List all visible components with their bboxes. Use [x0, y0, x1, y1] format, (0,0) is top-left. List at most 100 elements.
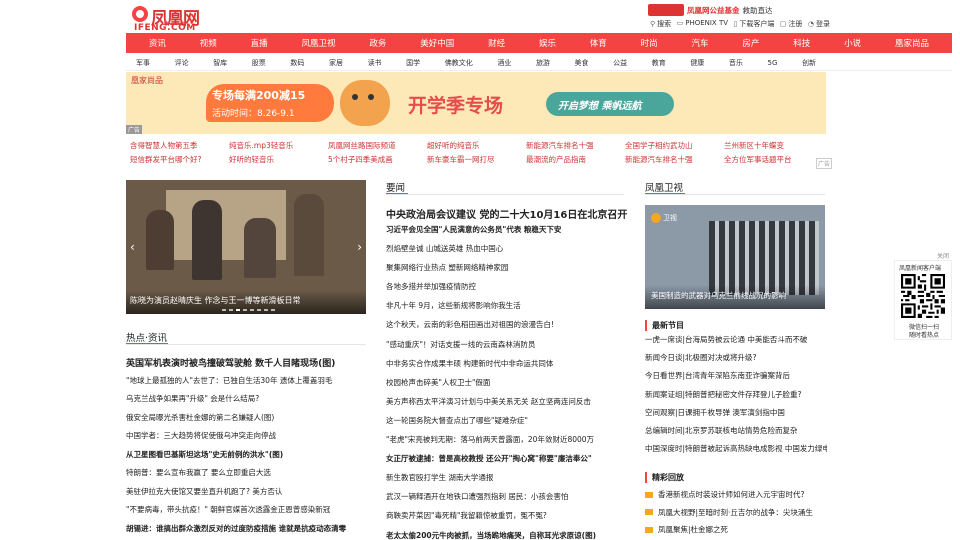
download-app-link[interactable]: ▯ 下载客户端	[733, 19, 774, 31]
slider-dot[interactable]	[264, 309, 268, 311]
list-item[interactable]: 凤凰大视野|至暗时刻·丘吉尔的战争：尖块涌生	[645, 504, 827, 522]
ad-link[interactable]: 兰州新区十年蝶变	[724, 140, 823, 151]
slider-caption[interactable]: 陈晓为演员赵晴庆生 作念与王一博等新滑板日常	[130, 295, 301, 306]
phoenix-tv-link[interactable]: ▭ PHOENIX TV	[677, 19, 728, 31]
subnav-item[interactable]: 股票	[252, 58, 266, 68]
slider-dot[interactable]	[257, 309, 261, 311]
list-item[interactable]: 女正厅被逮捕：曾是高校教授 还公开"掏心窝"称要"廉洁奉公"	[386, 453, 626, 472]
search-link[interactable]: ⚲ 搜索	[650, 19, 671, 31]
list-item[interactable]: 聚集网络行业热点 塑新网络精神家园	[386, 262, 626, 281]
ad-link[interactable]: 最潮流的产品指南	[526, 154, 625, 165]
top-ad-cta[interactable]: 救助直达	[743, 5, 773, 16]
list-item[interactable]: 空间观察|日课拥千枚导弹 澳军演剑指中国	[645, 407, 827, 425]
list-item[interactable]: 新闻今日谈|北极圈对决或将升级?	[645, 352, 827, 370]
list-item[interactable]: 美驻伊拉克大使馆又要坐直升机跑了? 美方否认	[126, 486, 376, 505]
nav-item[interactable]: 科技	[793, 37, 810, 49]
subnav-item[interactable]: 音乐	[729, 58, 743, 68]
subnav-item[interactable]: 旅游	[536, 58, 550, 68]
subnav-item[interactable]: 智库	[213, 58, 227, 68]
top-ad[interactable]: 凤凰网公益基金 救助直达	[648, 3, 824, 17]
list-item[interactable]: 中国学者：三大趋势将促使俄乌冲突走向停战	[126, 430, 376, 449]
ad-link[interactable]: 纯音乐.mp3轻音乐	[229, 140, 328, 151]
nav-item[interactable]: 美好中国	[420, 37, 454, 49]
subnav-item[interactable]: 教育	[652, 58, 666, 68]
subnav-item[interactable]: 家居	[329, 58, 343, 68]
list-item[interactable]: 英国军机表演时被鸟撞破驾驶舱 数千人目睹现场(图)	[126, 356, 376, 375]
subnav-item[interactable]: 美食	[575, 58, 589, 68]
subnav-item[interactable]: 公益	[613, 58, 627, 68]
nav-item[interactable]: 财经	[488, 37, 505, 49]
ad-link[interactable]: 超好听的纯音乐	[427, 140, 526, 151]
list-item[interactable]: 这个秋天，云南的彩色稻田画出对祖国的浪漫告白!	[386, 319, 626, 338]
promo-banner[interactable]: 凰家尚品 专场每满200减15 活动时间：8.26-9.1 开学季专场 开启梦想…	[126, 72, 826, 134]
subnav-item[interactable]: 评论	[175, 58, 189, 68]
nav-item[interactable]: 小说	[844, 37, 861, 49]
list-item[interactable]: 乌克兰战争如果再"升级" 会是什么结局?	[126, 393, 376, 412]
nav-item[interactable]: 时尚	[641, 37, 658, 49]
list-item[interactable]: "老虎"宋亮被判无期：落马前两天曾露面，20年敛财近8000万	[386, 434, 626, 453]
subnav-item[interactable]: 健康	[690, 58, 704, 68]
nav-item[interactable]: 房产	[742, 37, 759, 49]
list-item[interactable]: 新闻案证组|特朗普把秘密文件存拜登儿子脸重?	[645, 389, 827, 407]
nav-item[interactable]: 凰家尚品	[895, 37, 929, 49]
register-link[interactable]: ▢ 注册	[780, 19, 803, 31]
ad-link[interactable]: 新能源汽车排名十强	[526, 140, 625, 151]
subnav-item[interactable]: 国学	[406, 58, 420, 68]
list-item[interactable]: 老太太偷200元牛肉被抓，当场跪地痛哭，自称耳光求原谅(图)	[386, 530, 626, 540]
list-item[interactable]: 香港新视点时装设计师如何进入元宇宙时代?	[645, 486, 827, 504]
list-item[interactable]: 凤凰聚焦|杜金娜之死	[645, 521, 827, 539]
ad-link[interactable]: 新能源汽车排名十强	[625, 154, 724, 165]
subnav-item[interactable]: 创新	[802, 58, 816, 68]
list-item[interactable]: 各地多措并举加强疫情防控	[386, 281, 626, 300]
list-item[interactable]: 这一轮国务院大督查点出了哪些"疑难杂症"	[386, 415, 626, 434]
list-item[interactable]: 中国深度时|特朗普被起诉高热缺电成影视 中国发力绿电储能	[645, 443, 827, 461]
list-item[interactable]: 特朗普：要么宣布我赢了 要么立即重启大选	[126, 467, 376, 486]
video-caption[interactable]: 美国制造的武器对乌克兰前线战况的影响	[651, 290, 786, 301]
site-logo[interactable]: 凤凰网 IFENG.COM	[132, 4, 212, 33]
close-button[interactable]: 关闭	[937, 251, 949, 260]
ad-link[interactable]: 新车豪车霸一网打尽	[427, 154, 526, 165]
ad-link[interactable]: 好听的轻音乐	[229, 154, 328, 165]
nav-item[interactable]: 资讯	[149, 37, 166, 49]
list-item[interactable]: 中非务实合作成果丰硕 构建新时代中非命运共同体	[386, 358, 626, 377]
chevron-left-icon[interactable]: ‹	[130, 240, 135, 254]
nav-item[interactable]: 凤凰卫视	[302, 37, 336, 49]
subnav-item[interactable]: 读书	[368, 58, 382, 68]
list-item[interactable]: 从卫星图看巴基斯坦这场"史无前例的洪水"(图)	[126, 449, 376, 468]
login-link[interactable]: ◔ 登录	[808, 19, 830, 31]
ad-link[interactable]: 短信群发平台哪个好?	[130, 154, 229, 165]
list-item[interactable]: 非凡十年 9月，这些新规将影响你我生活	[386, 300, 626, 319]
phoenix-tv-video[interactable]: 卫视 美国制造的武器对乌克兰前线战况的影响	[645, 205, 825, 309]
list-item[interactable]: 校园枪声击碎美"人权卫士"假面	[386, 377, 626, 396]
slider-dot[interactable]	[271, 309, 275, 311]
list-item[interactable]: 今日看世界|台湾青年深陷东南亚诈骗案背后	[645, 370, 827, 388]
top-headline[interactable]: 中央政治局会议建议 党的二十大10月16日在北京召开	[386, 206, 627, 221]
list-item[interactable]: 烈焰壁垒诚 山城送英雄 热血中国心	[386, 243, 626, 262]
list-item[interactable]: "感动重庆"！对话支援一线的云南森林消防员	[386, 339, 626, 358]
slider-dot[interactable]	[229, 309, 233, 311]
slider-dot[interactable]	[222, 309, 226, 311]
nav-item[interactable]: 视频	[200, 37, 217, 49]
subnav-item[interactable]: 军事	[136, 58, 150, 68]
list-item[interactable]: 商鞅卖芹菜因"毒死精"我留籍惊被重罚，冤不冤?	[386, 510, 626, 529]
list-item[interactable]: 美方声称西太平洋演习计划与中美关系无关 赵立坚两连问反击	[386, 396, 626, 415]
ad-link[interactable]: 凤凰网丝路国际频道	[328, 140, 427, 151]
list-item[interactable]: 一虎一席谈|台海局势被云论通 中美能否斗而不破	[645, 334, 827, 352]
nav-item[interactable]: 娱乐	[539, 37, 556, 49]
nav-item[interactable]: 汽车	[692, 37, 709, 49]
chevron-right-icon[interactable]: ›	[357, 240, 362, 254]
ad-link[interactable]: 含得智慧人物第五季	[130, 140, 229, 151]
nav-item[interactable]: 直播	[251, 37, 268, 49]
list-item[interactable]: 胡锡进：谁搞出群众激烈反对的过度防疫措施 谁就是抗疫动态清零	[126, 523, 376, 540]
nav-item[interactable]: 政务	[369, 37, 386, 49]
list-item[interactable]: 武汉一辆释酒开在地铁口遭强烈指刺 居民：小孩会害怕	[386, 491, 626, 510]
list-item[interactable]: 总编辑时间|北京罗苏联核电站情势危险而复杂	[645, 425, 827, 443]
slider-dot[interactable]	[243, 309, 247, 311]
slider-dot[interactable]	[250, 309, 254, 311]
nav-item[interactable]: 体育	[590, 37, 607, 49]
list-item[interactable]: "地球上最孤独的人"去世了：已独自生活30年 遗体上覆盖羽毛	[126, 375, 376, 394]
subnav-item[interactable]: 5G	[768, 59, 778, 67]
ad-link[interactable]: 全方位军事话题平台	[724, 154, 823, 165]
list-item[interactable]: 新生教官殴打学生 湖南大学通报	[386, 472, 626, 491]
list-item[interactable]: 俄安全局曝光杀害杜金娜的第二名嫌疑人(图)	[126, 412, 376, 431]
